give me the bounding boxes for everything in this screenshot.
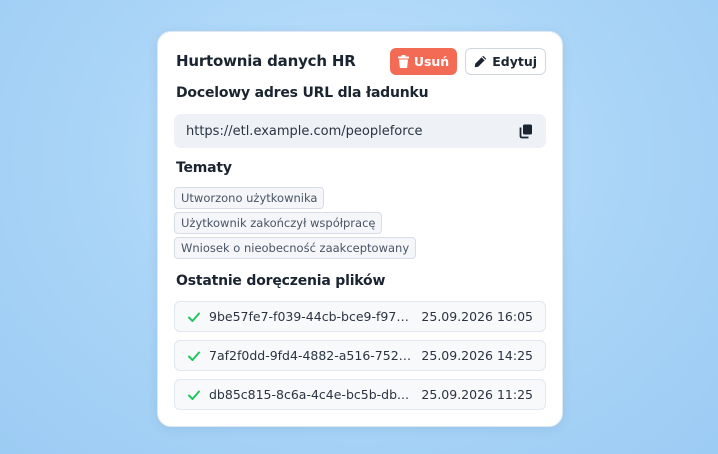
delivery-row[interactable]: 9be57fe7-f039-44cb-bce9-f970... 25.09.20… xyxy=(174,301,546,332)
delete-button[interactable]: Usuń xyxy=(389,47,458,75)
topics-list: Utworzono użytkownika Użytkownik zakończ… xyxy=(174,187,417,262)
url-field: https://etl.example.com/peopleforce xyxy=(174,114,546,148)
delivery-timestamp: 25.09.2026 16:05 xyxy=(421,309,533,324)
delivery-timestamp: 25.09.2026 14:25 xyxy=(421,348,533,363)
delivery-row[interactable]: 7af2f0dd-9fd4-4882-a516-7521... 25.09.20… xyxy=(174,340,546,371)
card-title: Hurtownia danych HR xyxy=(176,52,356,70)
topic-tag: Utworzono użytkownika xyxy=(174,187,325,209)
copy-icon[interactable] xyxy=(518,123,534,139)
delivery-id: db85c815-8c6a-4c4e-bc5b-db... xyxy=(209,387,409,402)
trash-icon xyxy=(397,54,409,68)
delivery-id: 9be57fe7-f039-44cb-bce9-f970... xyxy=(209,309,417,324)
delete-button-label: Usuń xyxy=(413,53,450,69)
check-icon xyxy=(188,351,200,361)
card-header: Hurtownia danych HR Usuń Edytuj xyxy=(176,46,546,76)
topics-title: Tematy xyxy=(176,160,232,176)
pencil-icon xyxy=(475,55,487,67)
edit-button-label: Edytuj xyxy=(492,53,537,69)
webhook-card: Hurtownia danych HR Usuń Edytuj Docelowy… xyxy=(157,31,563,427)
delivery-row[interactable]: db85c815-8c6a-4c4e-bc5b-db... 25.09.2026… xyxy=(174,379,546,410)
delivery-timestamp: 25.09.2026 11:25 xyxy=(421,387,533,402)
topic-tag: Użytkownik zakończył współpracę xyxy=(174,212,383,234)
check-icon xyxy=(188,312,200,322)
edit-button[interactable]: Edytuj xyxy=(465,47,546,75)
check-icon xyxy=(188,390,200,400)
deliveries-title: Ostatnie doręczenia plików xyxy=(176,273,386,289)
deliveries-list: 9be57fe7-f039-44cb-bce9-f970... 25.09.20… xyxy=(174,301,546,418)
url-value: https://etl.example.com/peopleforce xyxy=(186,123,423,139)
delivery-id: 7af2f0dd-9fd4-4882-a516-7521... xyxy=(209,348,419,363)
url-section-title: Docelowy adres URL dla ładunku xyxy=(176,85,429,101)
topic-tag: Wniosek o nieobecność zaakceptowany xyxy=(174,237,417,259)
